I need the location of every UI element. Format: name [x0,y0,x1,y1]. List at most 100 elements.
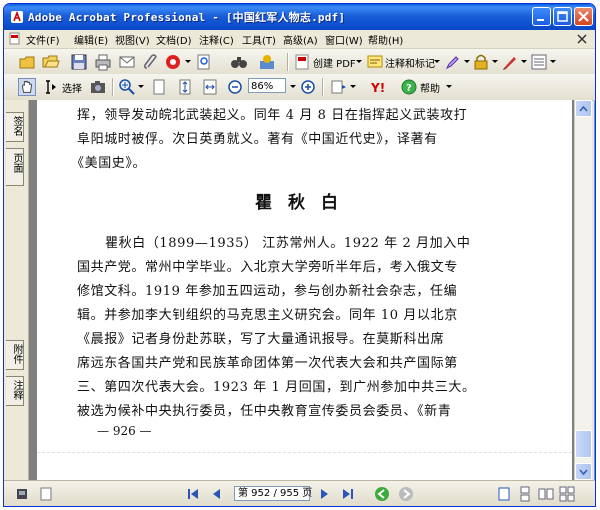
create-pdf-icon[interactable] [293,53,311,71]
first-page-icon[interactable] [185,486,201,502]
text-line: 瞿秋白（1899—1935） 江苏常州人。1922 年 2 月加入中 [105,236,471,251]
continuous-view-icon[interactable] [517,486,533,502]
scroll-down-button[interactable] [575,463,592,480]
text-line: 席远东各国共产党和民族革命团体第一次代表大会和共产国际第 [77,356,458,371]
print-icon[interactable] [94,53,112,71]
zoom-level-input[interactable]: 86% [248,78,286,93]
page-size-icon[interactable] [14,486,30,502]
create-pdf-dropdown-icon[interactable] [356,60,362,63]
zoom-in-magnifier-icon[interactable] [118,78,136,96]
snapshot-camera-icon[interactable] [89,78,107,96]
help-icon[interactable]: ? [400,78,418,96]
sign-dropdown-icon[interactable] [521,60,527,63]
tab-comments-label: 注释 [11,380,22,400]
forms-icon[interactable] [530,53,548,71]
menu-bar: 文件(F) 编辑(E) 视图(V) 文档(D) 注释(C) 工具(T) 高级(A… [4,30,595,49]
next-page-icon[interactable] [316,486,332,502]
actual-size-icon[interactable] [150,78,168,96]
close-button[interactable] [574,7,593,26]
review-icon[interactable] [258,53,276,71]
security-dropdown-icon[interactable] [185,60,191,63]
email-icon[interactable] [118,53,136,71]
navigation-panel: 签名 页面 附件 注释 [4,100,29,480]
toolbar-separator [322,78,324,96]
rotate-dropdown-icon[interactable] [350,85,356,88]
document-icon [9,32,20,45]
save-icon[interactable] [70,53,88,71]
zoom-tool-dropdown-icon[interactable] [138,85,144,88]
text-line: 被选为候补中央执行委员，任中央教育宣传委员会委员、《新青 [77,404,452,419]
tab-comments[interactable]: 注释 [6,376,24,406]
fit-width-icon[interactable] [201,78,219,96]
single-page-view-icon[interactable] [496,486,512,502]
maximize-icon [557,11,568,22]
scroll-thumb[interactable] [575,430,592,458]
text-line: 挥，领导发动皖北武装起义。同年 4 月 8 日在指挥起义武装攻打 [77,108,468,123]
create-pdf-label[interactable]: 创建 PDF [313,55,356,70]
page-number-input[interactable]: 第 952 / 955 页 [234,486,312,501]
previous-page-icon[interactable] [209,486,225,502]
minimize-button[interactable] [532,7,551,26]
text-line: 三、第四次代表大会。1923 年 1 月回国，到广州参加中共三大。 [77,380,476,395]
highlight-icon[interactable] [444,53,462,71]
menu-advanced[interactable]: 高级(A) [283,32,318,47]
comment-markup-label[interactable]: 注释和标记 [385,55,435,70]
menu-document[interactable]: 文档(D) [156,32,192,47]
lock-icon[interactable] [472,53,490,71]
acrobat-app-icon [11,10,23,23]
security-icon[interactable] [164,53,182,71]
search-binoculars-icon[interactable] [230,53,248,71]
svg-text:?: ? [406,83,412,94]
document-viewport[interactable]: 挥，领导发动皖北武装起义。同年 4 月 8 日在指挥起义武装攻打 阜阳城时被俘。… [29,100,574,480]
menu-window[interactable]: 窗口(W) [325,32,363,47]
select-tool-label[interactable]: 选择 [62,80,82,95]
vertical-scrollbar[interactable] [574,100,592,480]
open-folder-icon[interactable] [42,53,60,71]
title-bar[interactable]: Adobe Acrobat Professional - [中国红军人物志.pd… [4,4,595,30]
tab-signatures-label: 签名 [11,116,22,136]
menu-help[interactable]: 帮助(H) [368,32,403,47]
fit-page-icon[interactable] [176,78,194,96]
maximize-button[interactable] [553,7,572,26]
menu-tools[interactable]: 工具(T) [242,32,276,47]
highlight-dropdown-icon[interactable] [464,60,470,63]
menu-close-icon[interactable] [576,33,588,45]
tab-signatures[interactable]: 签名 [6,112,24,142]
facing-view-icon[interactable] [538,486,554,502]
last-page-icon[interactable] [340,486,356,502]
menu-edit[interactable]: 编辑(E) [74,32,108,47]
forms-dropdown-icon[interactable] [550,60,556,63]
toolbar-separator [287,53,289,71]
rotate-view-icon[interactable] [330,78,348,96]
continuous-facing-view-icon[interactable] [559,486,575,502]
lock-dropdown-icon[interactable] [492,60,498,63]
scroll-up-icon [579,105,588,112]
text-line: 阜阳城时被俘。次日英勇就义。著有《中国近代史》，译著有 [77,132,438,147]
zoom-in-icon[interactable] [299,78,317,96]
document-options-icon[interactable] [38,486,54,502]
zoom-out-icon[interactable] [226,78,244,96]
text-line: 修馆文科。1919 年参加五四运动，参与创办新社会杂志，任编 [77,284,458,299]
comment-markup-icon[interactable] [366,53,384,71]
tab-pages[interactable]: 页面 [6,148,24,186]
tab-attachments-label: 附件 [11,344,22,364]
comment-dropdown-icon[interactable] [434,60,440,63]
create-icon[interactable] [18,53,36,71]
next-view-icon[interactable] [398,486,414,502]
select-text-icon[interactable] [42,78,60,96]
toolbar-navigation: 选择 86% Y! ? 帮助 [4,74,595,101]
sign-pen-icon[interactable] [501,53,519,71]
tab-attachments[interactable]: 附件 [6,340,24,370]
attach-icon[interactable] [142,53,160,71]
help-label[interactable]: 帮助 [420,80,440,95]
find-icon[interactable] [195,53,213,71]
scroll-up-button[interactable] [575,100,592,117]
yahoo-search-icon[interactable]: Y! [370,78,388,96]
previous-view-icon[interactable] [374,486,390,502]
zoom-level-dropdown-icon[interactable] [290,85,296,88]
menu-view[interactable]: 视图(V) [115,32,150,47]
menu-comments[interactable]: 注释(C) [199,32,234,47]
menu-file[interactable]: 文件(F) [26,32,60,47]
help-dropdown-icon[interactable] [446,85,452,88]
hand-tool-icon[interactable] [18,78,36,96]
